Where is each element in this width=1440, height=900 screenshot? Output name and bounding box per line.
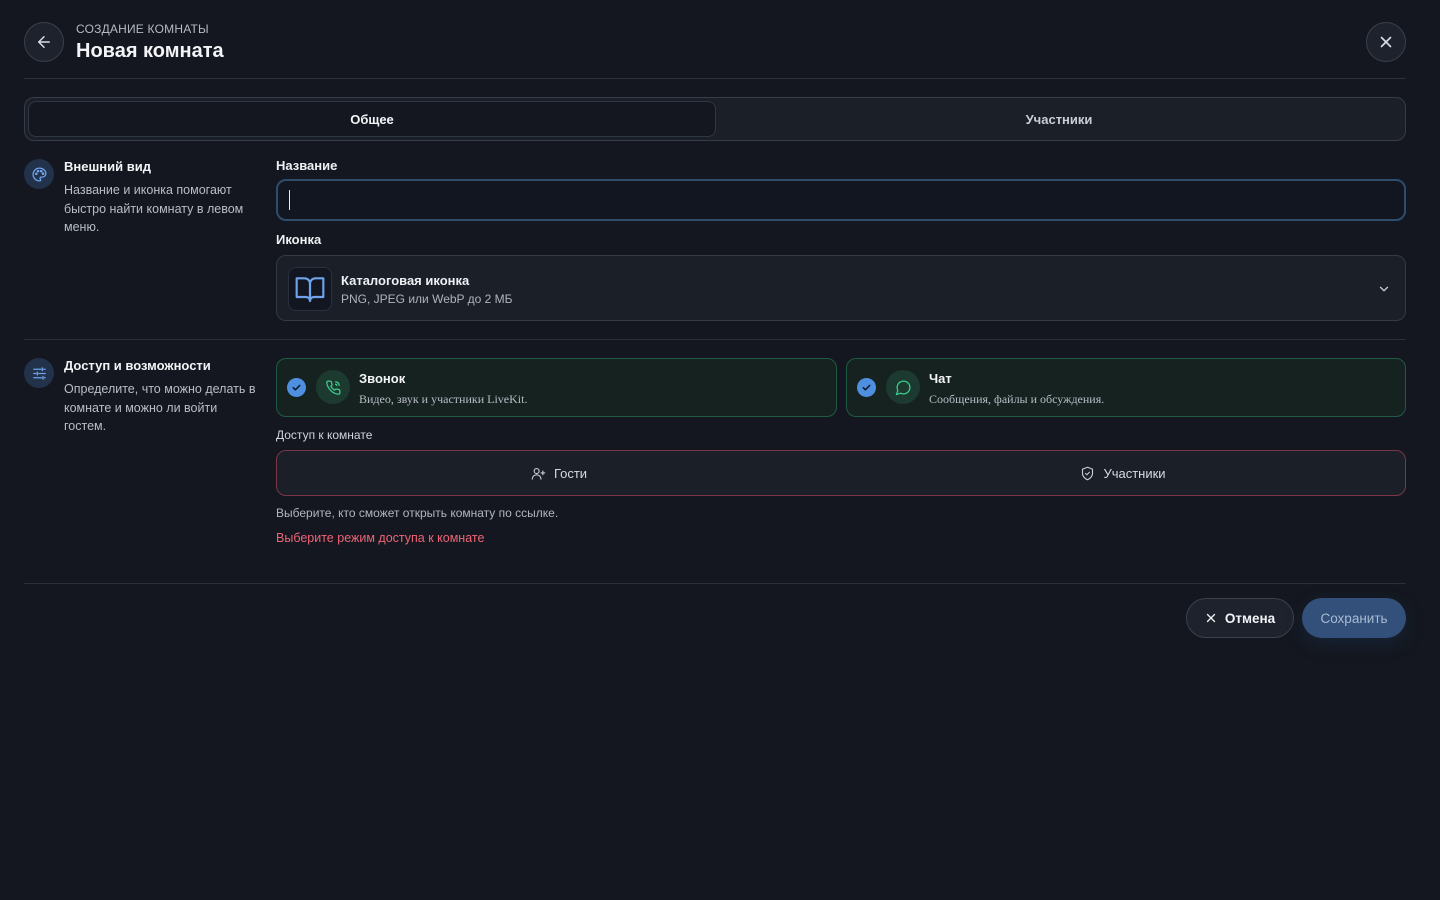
room-access-label: Доступ к комнате (276, 428, 373, 442)
room-access-selector: Гости Участники (276, 450, 1406, 496)
access-error: Выберите режим доступа к комнате (276, 531, 485, 545)
feature-chat-title: Чат (929, 371, 952, 386)
feature-chat-checkbox[interactable] (857, 378, 876, 397)
access-hint: Выберите, кто сможет открыть комнату по … (276, 506, 559, 520)
close-icon (1206, 613, 1216, 623)
phone-call-icon (325, 379, 341, 395)
tab-general[interactable]: Общее (28, 101, 716, 137)
tabs: Общее Участники (24, 97, 1406, 141)
name-label: Название (276, 158, 338, 173)
close-icon (1380, 36, 1392, 48)
feature-call-checkbox[interactable] (287, 378, 306, 397)
user-plus-icon (531, 467, 546, 480)
header: СОЗДАНИЕ КОМНАТЫ Новая комната (24, 22, 1406, 62)
close-button[interactable] (1366, 22, 1406, 62)
footer-divider (24, 583, 1406, 584)
sliders-icon-wrap (24, 358, 54, 388)
palette-icon-wrap (24, 159, 54, 189)
feature-chat-card[interactable]: Чат Сообщения, файлы и обсуждения. (846, 358, 1406, 417)
back-button[interactable] (24, 22, 64, 62)
shield-check-icon (1082, 466, 1094, 480)
access-title: Доступ и возможности (64, 358, 211, 373)
access-section-info: Доступ и возможности Определите, что мож… (24, 358, 256, 438)
feature-call-title: Звонок (359, 371, 406, 386)
chat-bubble-icon-wrap (886, 370, 920, 404)
feature-call-card[interactable]: Звонок Видео, звук и участники LiveKit. (276, 358, 837, 417)
icon-label: Иконка (276, 232, 322, 247)
cancel-button-label: Отмена (1224, 610, 1276, 626)
book-open-icon (295, 277, 325, 303)
header-eyebrow: СОЗДАНИЕ КОМНАТЫ (76, 22, 209, 36)
room-name-input[interactable] (276, 179, 1406, 221)
header-divider (24, 78, 1406, 79)
cancel-button[interactable]: Отмена (1186, 598, 1294, 638)
sliders-icon (32, 366, 46, 380)
create-room-page: СОЗДАНИЕ КОМНАТЫ Новая комната Общее Уча… (0, 0, 1440, 900)
appearance-section-info: Внешний вид Название и иконка помогают б… (24, 159, 256, 239)
check-icon (862, 384, 871, 391)
access-option-participants-label: Участники (1103, 465, 1166, 481)
text-caret (289, 190, 290, 210)
phone-call-icon-wrap (316, 370, 350, 404)
icon-preview (288, 267, 332, 311)
icon-select-name: Каталоговая иконка (341, 273, 470, 288)
arrow-left-icon (38, 36, 50, 48)
icon-select-hint: PNG, JPEG или WebP до 2 МБ (341, 292, 513, 306)
section-divider (24, 339, 1406, 340)
appearance-description: Название и иконка помогают быстро найти … (64, 183, 244, 234)
appearance-title: Внешний вид (64, 159, 151, 174)
access-option-guests-label: Гости (553, 465, 588, 481)
check-icon (292, 384, 301, 391)
chevron-down-icon (1379, 286, 1389, 292)
feature-chat-description: Сообщения, файлы и обсуждения. (929, 392, 1105, 406)
tab-participants[interactable]: Участники (716, 101, 1402, 137)
palette-icon (31, 166, 47, 182)
save-button[interactable]: Сохранить (1302, 598, 1406, 638)
access-option-participants[interactable]: Участники (841, 451, 1405, 495)
access-description: Определите, что можно делать в комнате и… (64, 382, 256, 433)
header-titles: СОЗДАНИЕ КОМНАТЫ Новая комната (76, 22, 224, 65)
access-option-guests[interactable]: Гости (277, 451, 841, 495)
chat-bubble-icon (895, 380, 910, 395)
feature-call-description: Видео, звук и участники LiveKit. (359, 392, 528, 406)
page-title: Новая комната (76, 40, 224, 62)
icon-select[interactable]: Каталоговая иконка PNG, JPEG или WebP до… (276, 255, 1406, 321)
